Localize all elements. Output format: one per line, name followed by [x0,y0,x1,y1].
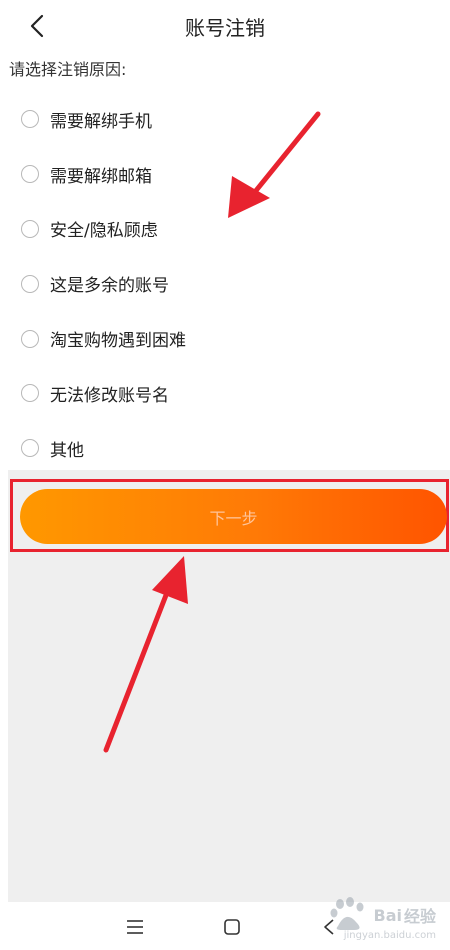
reason-options-list: 需要解绑手机 需要解绑邮箱 安全/隐私顾虑 这是多余的账号 淘宝购物遇到困难 无… [0,92,450,476]
reason-option[interactable]: 需要解绑手机 [0,92,450,147]
menu-icon [127,920,143,934]
chevron-left-icon [30,14,44,38]
radio-button[interactable] [21,110,39,129]
system-nav-bar [0,902,450,950]
reason-option-label: 需要解绑手机 [50,111,152,132]
reason-option-label: 这是多余的账号 [50,276,169,297]
reason-option-label: 安全/隐私顾虑 [50,221,158,242]
radio-button[interactable] [21,439,39,458]
reason-option[interactable]: 淘宝购物遇到困难 [0,311,450,366]
header-bar: 账号注销 [0,0,450,52]
reason-option-label: 淘宝购物遇到困难 [50,331,186,352]
back-triangle-icon [324,919,334,935]
reason-option[interactable]: 无法修改账号名 [0,366,450,421]
radio-button[interactable] [21,165,39,184]
back-button[interactable] [22,10,52,42]
nav-menu-button[interactable] [120,912,150,942]
annotation-highlight-box: 下一步 [10,479,449,552]
reason-option-label: 需要解绑邮箱 [50,166,152,187]
next-step-button[interactable]: 下一步 [20,489,447,544]
reason-prompt: 请选择注销原因: [9,60,127,79]
radio-button[interactable] [21,274,39,293]
reason-option[interactable]: 需要解绑邮箱 [0,147,450,202]
home-square-icon [224,919,240,935]
nav-home-button[interactable] [217,912,247,942]
reason-option[interactable]: 其他 [0,421,450,476]
nav-back-button[interactable] [314,912,344,942]
page-title: 账号注销 [185,16,265,40]
radio-button[interactable] [21,329,39,348]
reason-option-label: 其他 [50,440,84,461]
reason-option[interactable]: 这是多余的账号 [0,256,450,311]
reason-option-label: 无法修改账号名 [50,385,169,406]
radio-button[interactable] [21,219,39,238]
radio-button[interactable] [21,384,39,403]
reason-option[interactable]: 安全/隐私顾虑 [0,202,450,257]
